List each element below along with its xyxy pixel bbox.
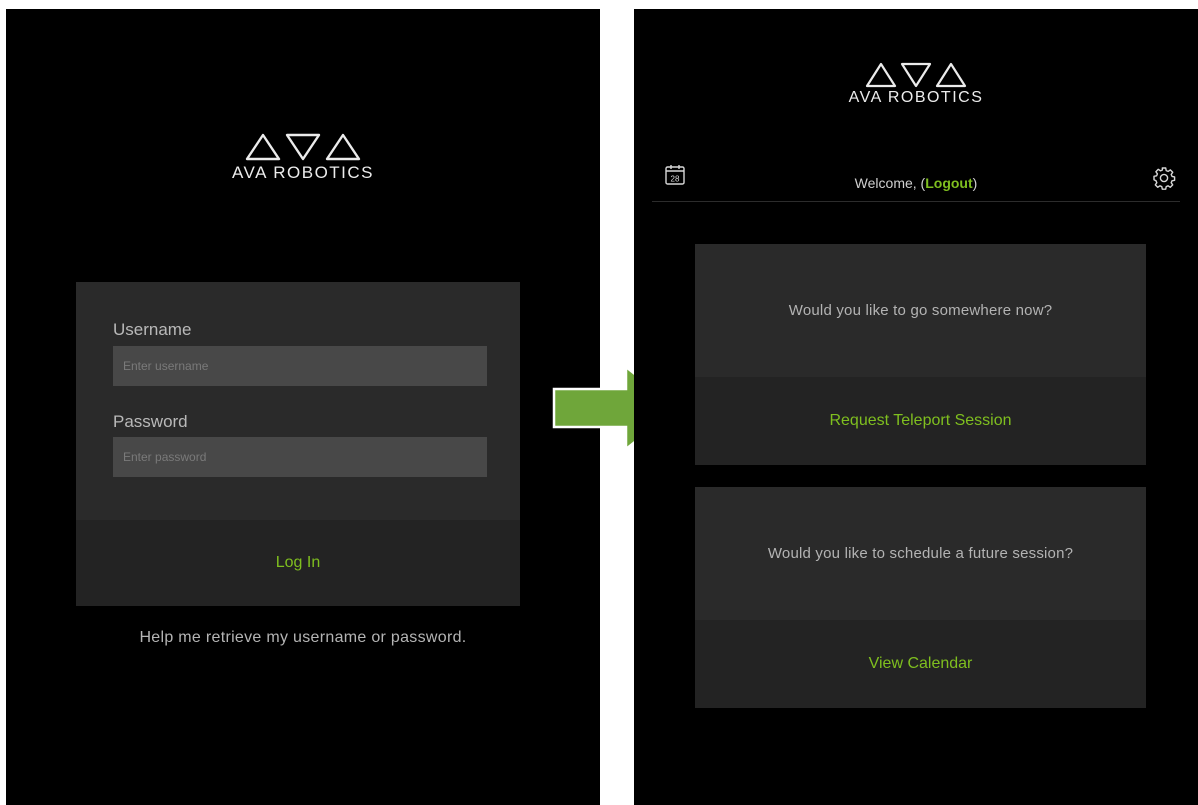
ava-logo-icon (245, 133, 361, 161)
go-now-question: Would you like to go somewhere now? (695, 244, 1146, 377)
welcome-message: Welcome, (Logout) (652, 175, 1180, 191)
username-input[interactable] (113, 346, 487, 386)
logout-link[interactable]: Logout (925, 175, 972, 191)
go-now-card: Would you like to go somewhere now? Requ… (695, 244, 1146, 465)
username-label: Username (113, 320, 192, 339)
login-form: Username Password Log In (76, 282, 520, 606)
schedule-question: Would you like to schedule a future sess… (695, 487, 1146, 620)
home-screen: AVA ROBOTICS 28 Welcome, (Logout) Would … (634, 9, 1198, 805)
help-retrieve-link[interactable]: Help me retrieve my username or password… (6, 629, 600, 647)
brand-name: AVA ROBOTICS (231, 163, 375, 182)
gear-icon[interactable] (1152, 166, 1176, 190)
header-bar: 28 Welcome, (Logout) (652, 159, 1180, 202)
brand-logo: AVA ROBOTICS (6, 131, 600, 183)
welcome-text: Welcome, ( (854, 175, 926, 191)
welcome-close: ) (972, 175, 978, 191)
ava-logo-icon (865, 62, 967, 88)
schedule-card: Would you like to schedule a future sess… (695, 487, 1146, 708)
request-teleport-button[interactable]: Request Teleport Session (695, 377, 1146, 465)
brand-name: AVA ROBOTICS (848, 89, 984, 106)
password-input[interactable] (113, 437, 487, 477)
password-label: Password (113, 412, 188, 431)
view-calendar-button[interactable]: View Calendar (695, 620, 1146, 708)
login-screen: AVA ROBOTICS Username Password Log In He… (6, 9, 600, 805)
brand-logo: AVA ROBOTICS (634, 61, 1198, 107)
login-button[interactable]: Log In (76, 520, 520, 606)
login-fields: Username Password (76, 282, 520, 520)
